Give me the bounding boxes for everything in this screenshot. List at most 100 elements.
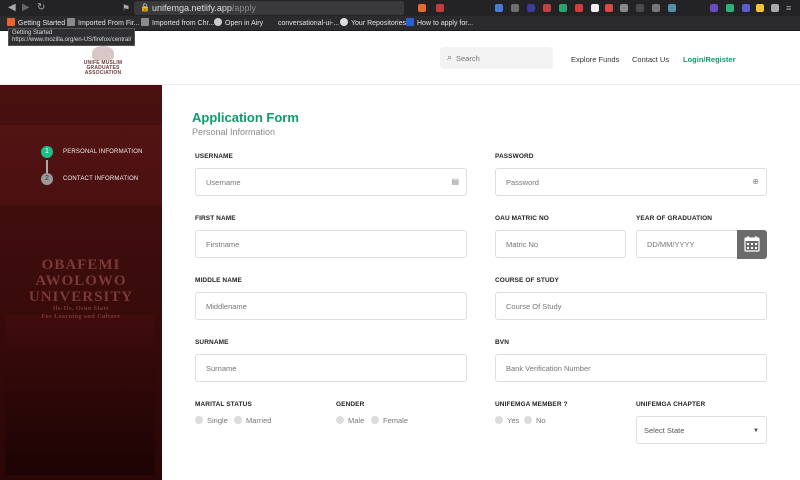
extension-icon[interactable] [756,4,764,12]
password-label: PASSWORD [495,153,534,160]
extension-icon[interactable] [511,4,519,12]
folder-icon [67,18,75,26]
year-input[interactable] [637,231,737,257]
bvn-input[interactable] [496,355,766,381]
search-box: ⌕ [440,47,553,69]
username-field: ▤ [195,168,467,196]
brave-shield-icon[interactable] [418,4,426,12]
extension-icon[interactable] [742,4,750,12]
year-label: YEAR OF GRADUATION [636,215,713,222]
radio-dot [371,416,379,424]
bookmark-your-repositories[interactable]: Your Repositories [340,18,406,29]
nav-explore-funds[interactable]: Explore Funds [571,55,619,64]
year-field [636,230,738,258]
step-1-label[interactable]: PERSONAL INFORMATION [63,149,143,155]
extension-icon[interactable] [605,4,613,12]
calendar-button[interactable] [737,230,767,259]
menu-icon[interactable]: ≡ [786,2,791,14]
reload-icon[interactable]: ↻ [37,2,45,14]
surname-field [195,354,467,382]
building-image [0,125,162,205]
search-icon: ⌕ [447,52,453,62]
radio-single[interactable]: Single [195,416,228,426]
show-password-icon[interactable]: ⊕ [752,177,759,187]
extension-icon[interactable] [668,4,676,12]
step-2-indicator[interactable]: 2 [41,173,53,185]
url-bar[interactable]: 🔒 unifemga.netlify.app/apply [134,1,404,15]
extension-icon[interactable] [620,4,628,12]
globe-icon [214,18,222,26]
extension-icon[interactable] [591,4,599,12]
chapter-selected-value: Select State [644,426,685,435]
radio-dot [234,416,242,424]
chevron-down-icon: ▼ [753,428,759,434]
radio-no[interactable]: No [524,416,546,426]
url-host: unifemga.netlify.app [152,3,232,13]
extension-icon[interactable] [559,4,567,12]
extension-icon[interactable] [527,4,535,12]
bvn-field [495,354,767,382]
matric-field [495,230,626,258]
chapter-label: UNIFEMGA CHAPTER [636,401,706,408]
brave-rewards-icon[interactable] [436,4,444,12]
extension-icon[interactable] [710,4,718,12]
gender-label: GENDER [336,401,365,408]
username-input[interactable] [196,169,466,195]
radio-married[interactable]: Married [234,416,271,426]
first-name-field [195,230,467,258]
bookmark-open-in-airy[interactable]: Open in Airy [214,18,263,29]
nav-contact-us[interactable]: Contact Us [632,55,669,64]
step-1-indicator[interactable]: 1 [41,146,53,158]
github-icon [340,18,348,26]
building-shadow [5,315,155,475]
radio-dot [336,416,344,424]
radio-yes[interactable]: Yes [495,416,519,426]
extension-icon[interactable] [726,4,734,12]
middle-name-label: MIDDLE NAME [195,277,242,284]
radio-female[interactable]: Female [371,416,408,426]
logo[interactable]: UNIFE MUSLIM GRADUATES ASSOCIATION [72,46,134,76]
bvn-label: BVN [495,339,510,346]
extension-icon[interactable] [652,4,660,12]
first-name-input[interactable] [196,231,466,257]
radio-dot [495,416,503,424]
username-label: USERNAME [195,153,233,160]
forward-icon[interactable]: ▶ [22,2,30,14]
member-label: UNIFEMGA MEMBER ? [495,401,568,408]
bookmark-tooltip: Getting Started https://www.mozilla.org/… [8,28,136,46]
step-2-label[interactable]: CONTACT INFORMATION [63,176,138,182]
surname-input[interactable] [196,355,466,381]
search-input[interactable] [456,50,548,66]
url-path: /apply [231,3,256,13]
university-sign: OBAFEMI AWOLOWO UNIVERSITY Ile-Ife, Osun… [28,257,134,320]
chapter-select[interactable]: Select State ▼ [636,416,767,444]
form-subtitle: Personal Information [192,127,276,137]
bookmark-imported-chrome[interactable]: Imported from Chr... [141,18,214,29]
extension-icon[interactable] [543,4,551,12]
extension-icon[interactable] [575,4,583,12]
id-card-icon: ▤ [451,177,459,186]
marital-status-label: MARITAL STATUS [195,401,252,408]
firefox-icon [7,18,15,26]
lock-icon: 🔒 [140,3,150,12]
nav-login-register[interactable]: Login/Register [683,55,736,64]
surname-label: SURNAME [195,339,229,346]
middle-name-input[interactable] [196,293,466,319]
course-input[interactable] [496,293,766,319]
middle-name-field [195,292,467,320]
bookmark-conversational-ui[interactable]: conversational-ui-... [278,18,339,29]
puzzle-icon[interactable] [771,4,779,12]
calendar-icon [744,236,760,252]
matric-label: OAU MATRIC NO [495,215,549,222]
bookmark-icon[interactable]: ⚑ [122,2,130,14]
course-label: COURSE OF STUDY [495,277,559,284]
extension-icon[interactable] [636,4,644,12]
extension-icon[interactable] [495,4,503,12]
course-field [495,292,767,320]
logo-emblem-icon [92,46,114,60]
back-icon[interactable]: ◀ [8,2,16,14]
password-input[interactable] [496,169,766,195]
matric-input[interactable] [496,231,625,257]
radio-male[interactable]: Male [336,416,364,426]
bookmark-how-to-apply[interactable]: How to apply for... [406,18,473,29]
